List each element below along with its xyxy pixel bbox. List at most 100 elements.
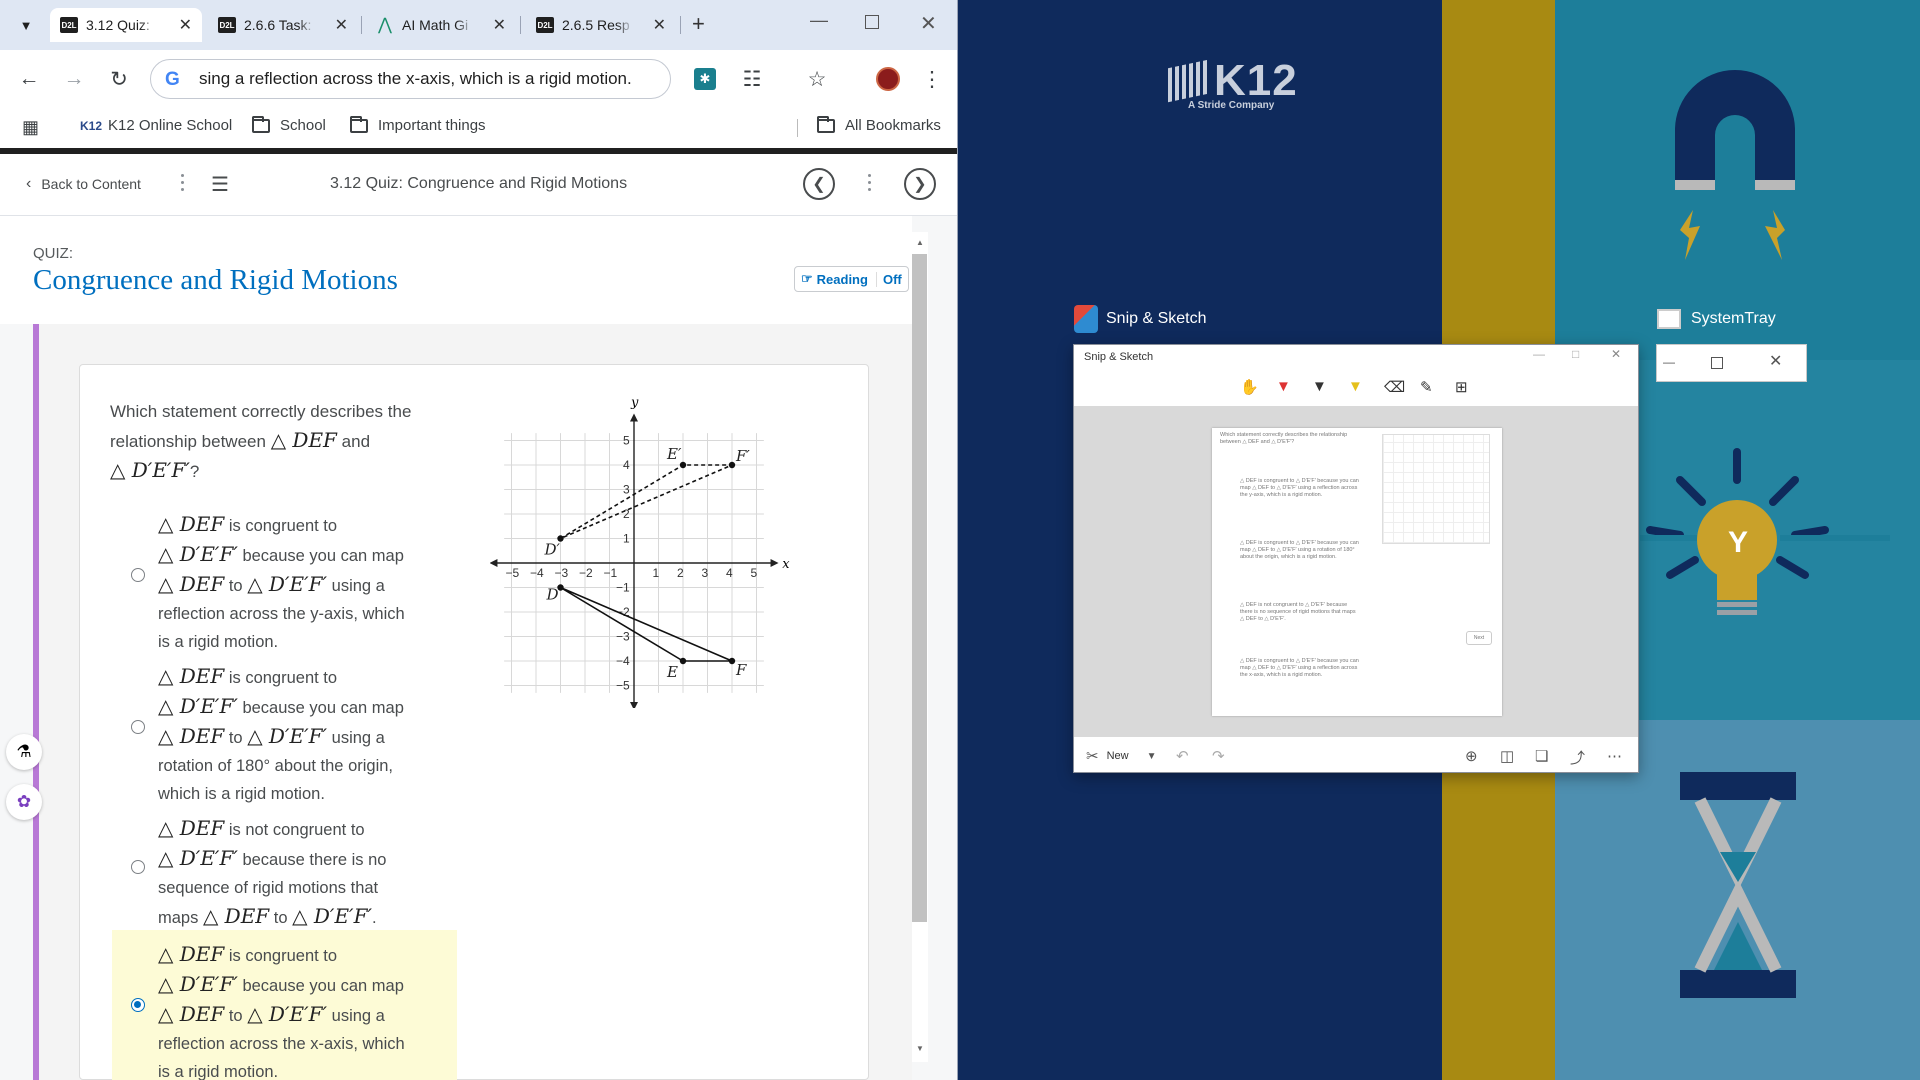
snip-sketch-text: Snip & Sketch	[1106, 310, 1207, 327]
ballpoint-pen-icon[interactable]: ▼	[1276, 378, 1291, 395]
close-icon[interactable]: ✕	[179, 15, 192, 35]
menu-kebab-icon[interactable]: ⋮	[917, 64, 947, 94]
bookmarks-bar: ▦ K12 K12 Online School School Important…	[0, 108, 957, 148]
new-tab-button[interactable]: +	[692, 11, 705, 37]
bookmark-k12[interactable]: K12 K12 Online School	[80, 117, 232, 134]
divider	[797, 119, 798, 137]
redo-icon[interactable]: ↷	[1212, 747, 1225, 765]
share-icon[interactable]: ⤴	[1570, 747, 1585, 768]
eraser-icon[interactable]: ⌫	[1384, 378, 1405, 396]
brain-icon[interactable]: ✿	[6, 784, 42, 820]
question-fragment: and	[341, 432, 371, 451]
reading-toggle[interactable]: ☞ Reading Off	[794, 266, 909, 292]
vertex-point	[679, 657, 687, 665]
close-icon[interactable]: ✕	[493, 15, 506, 35]
option-fragment: sequence of rigid motions that	[158, 879, 379, 897]
chevron-down-icon[interactable]: ▼	[1147, 751, 1157, 762]
next-button[interactable]: ❯	[904, 168, 936, 200]
math-triangle: △ DEF	[158, 512, 225, 536]
tab-ai-math[interactable]: ⋀ AI Math Gi ✕	[366, 8, 516, 42]
maximize-button[interactable]	[1711, 357, 1723, 369]
all-bookmarks[interactable]: All Bookmarks	[817, 115, 941, 134]
svg-text:Y: Y	[1728, 526, 1748, 559]
previous-button[interactable]: ❮	[803, 168, 835, 200]
minimize-button[interactable]: —	[1533, 347, 1545, 361]
back-to-content-link[interactable]: ‹ Back to Content	[26, 175, 141, 193]
new-snip-button[interactable]: ✂ New ▼	[1086, 747, 1157, 765]
tab-response[interactable]: D2L 2.6.5 Resp ✕	[526, 8, 676, 42]
translate-icon[interactable]: ⚗	[6, 734, 42, 770]
tab-quiz[interactable]: D2L 3.12 Quiz: ✕	[50, 8, 202, 42]
vertex-label: D	[546, 586, 559, 604]
reading-label: Reading	[816, 271, 868, 287]
pencil-icon[interactable]: ▼	[1312, 378, 1327, 395]
avatar[interactable]	[873, 64, 903, 94]
option-d[interactable]: △ DEF is congruent to △ D′E′F′ because y…	[158, 940, 428, 1080]
option-b-radio[interactable]	[131, 720, 145, 734]
option-d-radio[interactable]	[131, 998, 145, 1012]
save-icon[interactable]: ◫	[1500, 747, 1514, 765]
close-icon[interactable]: ✕	[335, 15, 348, 35]
window-close-button[interactable]: ✕	[920, 11, 937, 36]
y-tick-label: 3	[623, 483, 630, 497]
tab-search-button[interactable]: ▼	[8, 8, 44, 42]
extension-icon[interactable]: ✱	[690, 64, 720, 94]
close-icon[interactable]: ✕	[653, 15, 666, 35]
maximize-button[interactable]: □	[1572, 347, 1579, 361]
bookmark-important[interactable]: Important things	[350, 115, 486, 134]
question-text: Which statement correctly describes the …	[110, 398, 450, 486]
reload-icon[interactable]: ↻	[104, 64, 134, 94]
tab-label: 2.6.6 Task:	[244, 17, 312, 33]
minimize-button[interactable]: —	[1663, 355, 1675, 369]
touch-writing-icon[interactable]: ✋	[1240, 378, 1259, 396]
math-triangle: △ D′E′F′	[158, 846, 238, 870]
systemtray-window: — ✕	[1656, 344, 1807, 382]
hamburger-menu-icon[interactable]: ☰	[211, 172, 229, 197]
preview-option: △ DEF is congruent to △ D′E′F′ because y…	[1240, 540, 1359, 560]
option-a[interactable]: △ DEF is congruent to △ D′E′F′ because y…	[158, 510, 428, 656]
x-tick-label: −4	[530, 566, 544, 580]
maximize-button[interactable]	[865, 15, 879, 29]
scrollbar-thumb[interactable]	[912, 254, 927, 922]
puzzle-icon[interactable]: ☷	[737, 64, 767, 94]
quiz-kicker: QUIZ:	[33, 245, 73, 262]
k12-tagline: A Stride Company	[1188, 100, 1275, 111]
forward-arrow-icon[interactable]: →	[59, 64, 89, 94]
option-b[interactable]: △ DEF is congruent to △ D′E′F′ because y…	[158, 662, 428, 808]
option-a-radio[interactable]	[131, 568, 145, 582]
systemtray-text: SystemTray	[1691, 310, 1776, 327]
undo-icon[interactable]: ↶	[1176, 747, 1189, 765]
option-c[interactable]: △ DEF is not congruent to △ D′E′F′ becau…	[158, 814, 428, 932]
crop-icon[interactable]: ⊞	[1455, 378, 1468, 396]
k12-logo-text: K12	[1214, 56, 1298, 105]
math-triangle: △ DEF	[158, 816, 225, 840]
math-triangle: △ D′E′F′	[158, 972, 238, 996]
option-c-radio[interactable]	[131, 860, 145, 874]
question-fragment: relationship between	[110, 432, 266, 451]
window-close-button[interactable]: ✕	[1611, 347, 1621, 361]
more-options-icon[interactable]: ⋯	[1607, 747, 1622, 765]
zoom-icon[interactable]: ⊕	[1465, 747, 1478, 765]
minimize-button[interactable]: —	[810, 10, 828, 31]
address-bar[interactable]: G sing a reflection across the x-axis, w…	[150, 59, 671, 99]
copy-icon[interactable]: ❏	[1535, 747, 1548, 765]
back-arrow-icon[interactable]: ←	[14, 64, 44, 94]
highlighter-icon[interactable]: ▼	[1348, 378, 1363, 395]
window-close-button[interactable]: ✕	[1769, 351, 1782, 371]
snip-sketch-label[interactable]: Snip & Sketch	[1074, 305, 1207, 333]
bookmark-school[interactable]: School	[252, 115, 326, 134]
option-fragment: to	[269, 909, 293, 927]
tab-task[interactable]: D2L 2.6.6 Task: ✕	[208, 8, 358, 42]
scroll-down-icon[interactable]: ▼	[916, 1044, 924, 1053]
separator-dots	[180, 172, 184, 196]
folder-icon	[817, 115, 835, 133]
bookmark-star-icon[interactable]: ☆	[802, 64, 832, 94]
math-triangle: △ D′E′F′	[158, 542, 238, 566]
quiz-title: Congruence and Rigid Motions	[33, 264, 398, 296]
systemtray-label[interactable]: SystemTray	[1657, 309, 1776, 329]
snip-window-title: Snip & Sketch	[1084, 351, 1154, 363]
scroll-up-icon[interactable]: ▲	[916, 238, 924, 247]
apps-grid-icon[interactable]: ▦	[22, 117, 39, 138]
ruler-icon[interactable]: ✎	[1420, 378, 1433, 396]
y-tick-label: −3	[616, 630, 630, 644]
